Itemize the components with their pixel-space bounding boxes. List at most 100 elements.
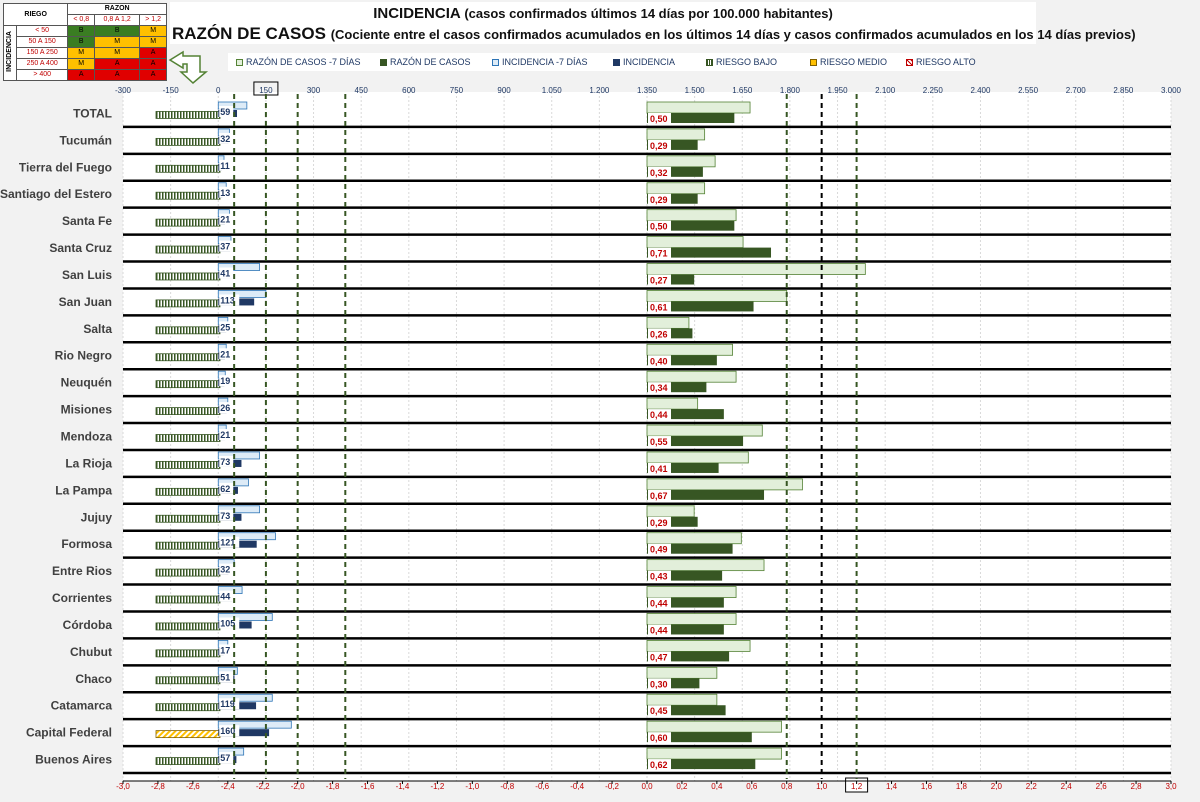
razon-7dias-bar [646, 209, 737, 222]
category-label: Tierra del Fuego [19, 160, 112, 174]
razon-7dias-bar [646, 182, 706, 195]
category-label: Córdoba [63, 618, 113, 632]
razon-7dias-bar [646, 747, 782, 760]
top-axis-tick-label: 1.800 [780, 86, 801, 95]
incidencia-value-label: 59 [220, 107, 230, 117]
incidencia-value-label: 57 [220, 753, 230, 763]
razon-value-label: 0,60 [650, 733, 668, 743]
chart-svg: -300 -150 0 150 300 450 600 750 900 1.050 1.200 1.3… [0, 50, 1182, 793]
razon-7dias-bar [646, 316, 690, 329]
top-axis-tick-label: 1.200 [589, 86, 610, 95]
category-label: Salta [83, 322, 112, 336]
razon-7dias-bar [646, 478, 803, 491]
razon-7dias-bar [646, 451, 749, 464]
razon-value-label: 0,26 [650, 329, 668, 339]
risk-bar [155, 353, 221, 362]
top-axis-tick-label: 1.050 [542, 86, 563, 95]
razon-value-label: 0,47 [650, 652, 668, 662]
razon-value-label: 0,71 [650, 249, 668, 259]
risk-bar [155, 380, 221, 389]
risk-bar [155, 461, 221, 469]
top-axis-tick-label: 2.100 [875, 86, 896, 95]
risk-bar [155, 326, 221, 335]
razon-7dias-bar [646, 236, 744, 249]
risk-bar [155, 191, 221, 200]
razon-7dias-bar [646, 290, 788, 302]
risk-bar [155, 164, 221, 173]
razon-value-label: 0,62 [650, 760, 668, 770]
incidencia-value-label: 119 [220, 699, 235, 709]
risk-bar [155, 299, 221, 308]
razon-value-label: 0,67 [650, 491, 668, 501]
top-axis-tick-label: 1.650 [732, 86, 753, 95]
incidencia-value-label: 121 [220, 538, 235, 548]
category-label: Misiones [61, 403, 113, 417]
top-axis-tick-label: 750 [450, 86, 464, 95]
pointer-arrow-icon [168, 50, 209, 84]
category-label: Corrientes [52, 591, 112, 605]
risk-bar [155, 730, 221, 739]
razon-7dias-bar [646, 640, 751, 652]
category-label: Mendoza [61, 430, 113, 444]
razon-value-label: 0,40 [650, 356, 668, 366]
incidencia-value-label: 19 [220, 376, 230, 386]
razon-7dias-bar [646, 532, 742, 545]
category-label: Santa Cruz [49, 241, 112, 255]
top-axis-tick-label: 600 [402, 86, 416, 95]
category-label: Jujuy [81, 510, 113, 524]
razon-value-label: 0,27 [650, 276, 668, 286]
razon-value-label: 0,34 [650, 383, 668, 393]
incidencia-value-label: 51 [220, 672, 230, 682]
category-label: Rio Negro [55, 349, 112, 363]
risk-bar [155, 568, 221, 577]
category-label: San Juan [59, 295, 112, 309]
razon-value-label: 0,44 [650, 410, 668, 420]
incidencia-value-label: 32 [220, 134, 230, 144]
category-label: Tucumán [60, 133, 112, 147]
incidencia-value-label: 32 [220, 565, 230, 575]
category-label: Chaco [75, 672, 112, 686]
incidencia-value-label: 17 [220, 645, 230, 655]
risk-bar [155, 622, 221, 631]
risk-bar [155, 703, 221, 712]
top-axis-tick-label: 450 [355, 86, 369, 95]
risk-bar [155, 434, 221, 442]
razon-value-label: 0,30 [650, 679, 668, 689]
risk-bar [155, 245, 221, 254]
razon-value-label: 0,32 [650, 168, 668, 178]
category-label: Capital Federal [26, 726, 112, 740]
razon-7dias-bar [646, 424, 763, 437]
risk-bar [155, 407, 221, 415]
incidencia-value-label: 41 [220, 269, 230, 279]
top-axis-tick-label: 2.250 [923, 86, 944, 95]
razon-value-label: 0,45 [650, 706, 668, 716]
razon-7dias-bar [646, 370, 737, 383]
razon-value-label: 0,41 [650, 464, 668, 474]
top-axis-tick-label: -150 [163, 86, 180, 95]
risk-bar [155, 595, 221, 604]
incidencia-value-label: 21 [220, 349, 230, 359]
category-label: La Pampa [55, 483, 112, 497]
risk-bar [155, 218, 221, 227]
top-axis-tick-label: 2.700 [1066, 86, 1087, 95]
incidencia-value-label: 37 [220, 242, 230, 252]
incidencia-value-label: 21 [220, 430, 230, 440]
category-label: Buenos Aires [35, 753, 112, 767]
incidencia-value-label: 160 [220, 726, 235, 736]
top-axis-tick-label: 1.950 [828, 86, 849, 95]
razon-7dias-bar [646, 155, 716, 168]
risk-bar [155, 111, 221, 119]
risk-bar [155, 676, 221, 685]
razon-7dias-bar [646, 666, 718, 679]
razon-7dias-bar [646, 505, 695, 518]
razon-7dias-bar [646, 101, 751, 114]
razon-value-label: 0,44 [650, 625, 668, 635]
category-label: Neuquén [61, 376, 112, 390]
incidencia-value-label: 13 [220, 188, 230, 198]
risk-bar [155, 757, 221, 765]
razon-7dias-bar [646, 693, 718, 706]
category-label: San Luis [62, 268, 112, 282]
razon-value-label: 0,55 [650, 437, 668, 447]
category-label: TOTAL [73, 106, 112, 120]
category-label: Santa Fe [62, 214, 112, 228]
